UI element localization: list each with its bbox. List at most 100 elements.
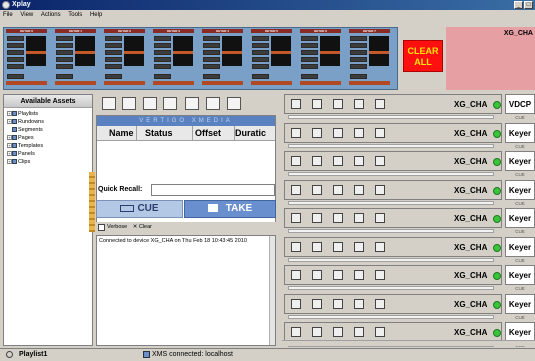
- keyer-icon[interactable]: [312, 327, 322, 337]
- column-offset[interactable]: Offset: [193, 126, 235, 141]
- channel-cue-label[interactable]: CUE: [505, 315, 535, 321]
- column-duration[interactable]: Duratic: [235, 126, 275, 141]
- channel-cue-label[interactable]: CUE: [505, 286, 535, 292]
- page-icon[interactable]: [291, 99, 301, 109]
- channel-device-button[interactable]: Keyer: [505, 151, 535, 171]
- quick-recall-input[interactable]: [151, 184, 275, 196]
- link-icon[interactable]: [375, 298, 385, 309]
- keyer-control-button[interactable]: [7, 50, 24, 55]
- column-name[interactable]: Name: [97, 126, 137, 141]
- open-icon[interactable]: [122, 97, 136, 110]
- keyer-control-button[interactable]: [203, 64, 220, 69]
- keyer-control-button[interactable]: [7, 64, 24, 69]
- copy-icon[interactable]: [333, 213, 343, 223]
- edit-icon[interactable]: [354, 99, 364, 109]
- keyer-control-button[interactable]: [252, 43, 269, 48]
- keyer-control-button[interactable]: [56, 64, 73, 69]
- link-icon[interactable]: [375, 99, 385, 109]
- keyer-control-button[interactable]: [301, 57, 318, 62]
- channel-cue-label[interactable]: CUE: [505, 201, 535, 207]
- link-icon[interactable]: [375, 127, 385, 138]
- keyer-control-button[interactable]: [154, 74, 171, 79]
- keyer-control-button[interactable]: [301, 64, 318, 69]
- keyer-control-button[interactable]: [105, 74, 122, 79]
- channel-cue-label[interactable]: CUE: [505, 144, 535, 150]
- keyer-icon[interactable]: [312, 127, 322, 138]
- keyer-control-button[interactable]: [56, 36, 73, 41]
- copy-icon[interactable]: [333, 327, 343, 337]
- keyer-control-button[interactable]: [350, 74, 367, 79]
- tree-item-panels[interactable]: + Panels: [4, 150, 92, 158]
- channel-scrollbar[interactable]: [282, 340, 535, 346]
- link-icon[interactable]: [375, 156, 385, 166]
- edit-icon[interactable]: [354, 327, 364, 337]
- page-icon[interactable]: [291, 127, 301, 138]
- tree-item-templates[interactable]: + Templates: [4, 142, 92, 150]
- verbose-button[interactable]: Verbose: [107, 224, 127, 230]
- menu-tools[interactable]: Tools: [65, 10, 85, 20]
- copy-icon[interactable]: [333, 241, 343, 252]
- keyer-control-button[interactable]: [105, 57, 122, 62]
- keyer-icon[interactable]: [312, 241, 322, 252]
- keyer-control-button[interactable]: [7, 36, 24, 41]
- page-icon[interactable]: [291, 298, 301, 309]
- keyer-control-button[interactable]: [105, 50, 122, 55]
- edit-icon[interactable]: [354, 241, 364, 252]
- keyer-control-button[interactable]: [301, 43, 318, 48]
- channel-device-button[interactable]: Keyer: [505, 208, 535, 228]
- channel-device-button[interactable]: Keyer: [505, 236, 535, 257]
- keyer-control-button[interactable]: [350, 36, 367, 41]
- keyer-control-button[interactable]: [7, 74, 24, 79]
- keyer-icon[interactable]: [312, 99, 322, 109]
- copy-icon[interactable]: [333, 127, 343, 138]
- keyer-control-button[interactable]: [56, 43, 73, 48]
- log-scrollbar[interactable]: [269, 236, 275, 345]
- keyer-control-button[interactable]: [105, 64, 122, 69]
- clear-log-button[interactable]: Clear: [139, 224, 152, 230]
- keyer-control-button[interactable]: [301, 74, 318, 79]
- clear-all-button[interactable]: CLEAR ALL: [403, 40, 443, 72]
- properties-icon[interactable]: [227, 97, 241, 110]
- keyer-control-button[interactable]: [7, 57, 24, 62]
- keyer-control-button[interactable]: [252, 57, 269, 62]
- edit-icon[interactable]: [354, 213, 364, 223]
- cue-button[interactable]: CUE: [96, 200, 183, 218]
- keyer-control-button[interactable]: [252, 74, 269, 79]
- keyer-icon[interactable]: [312, 298, 322, 309]
- keyer-icon[interactable]: [312, 156, 322, 166]
- tree-item-rundowns[interactable]: + Rundowns: [4, 118, 92, 126]
- copy-icon[interactable]: [333, 184, 343, 195]
- page-icon[interactable]: [291, 184, 301, 195]
- link-icon[interactable]: [375, 184, 385, 195]
- edit-icon[interactable]: [354, 298, 364, 309]
- link-icon[interactable]: [375, 327, 385, 337]
- column-status[interactable]: Status: [137, 126, 193, 141]
- keyer-control-button[interactable]: [154, 57, 171, 62]
- menu-actions[interactable]: Actions: [38, 10, 64, 20]
- channel-cue-label[interactable]: CUE: [505, 172, 535, 178]
- keyer-control-button[interactable]: [203, 50, 220, 55]
- keyer-control-button[interactable]: [105, 43, 122, 48]
- keyer-control-button[interactable]: [252, 36, 269, 41]
- keyer-control-button[interactable]: [154, 64, 171, 69]
- link-icon[interactable]: [375, 241, 385, 252]
- minimize-button[interactable]: _: [514, 1, 523, 9]
- edit-icon[interactable]: [354, 156, 364, 166]
- keyer-control-button[interactable]: [56, 57, 73, 62]
- menu-help[interactable]: Help: [87, 10, 105, 20]
- keyer-control-button[interactable]: [203, 74, 220, 79]
- keyer-control-button[interactable]: [7, 43, 24, 48]
- new-playlist-icon[interactable]: [102, 97, 116, 110]
- maximize-button[interactable]: □: [524, 1, 533, 9]
- keyer-control-button[interactable]: [252, 64, 269, 69]
- channel-cue-label[interactable]: CUE: [505, 258, 535, 264]
- keyer-control-button[interactable]: [203, 43, 220, 48]
- copy-icon[interactable]: [333, 156, 343, 166]
- save-icon[interactable]: [143, 97, 157, 110]
- channel-device-button[interactable]: Keyer: [505, 179, 535, 200]
- keyer-control-button[interactable]: [350, 50, 367, 55]
- panel-splitter[interactable]: [89, 172, 95, 232]
- keyer-control-button[interactable]: [301, 36, 318, 41]
- keyer-control-button[interactable]: [252, 50, 269, 55]
- copy-icon[interactable]: [185, 97, 199, 110]
